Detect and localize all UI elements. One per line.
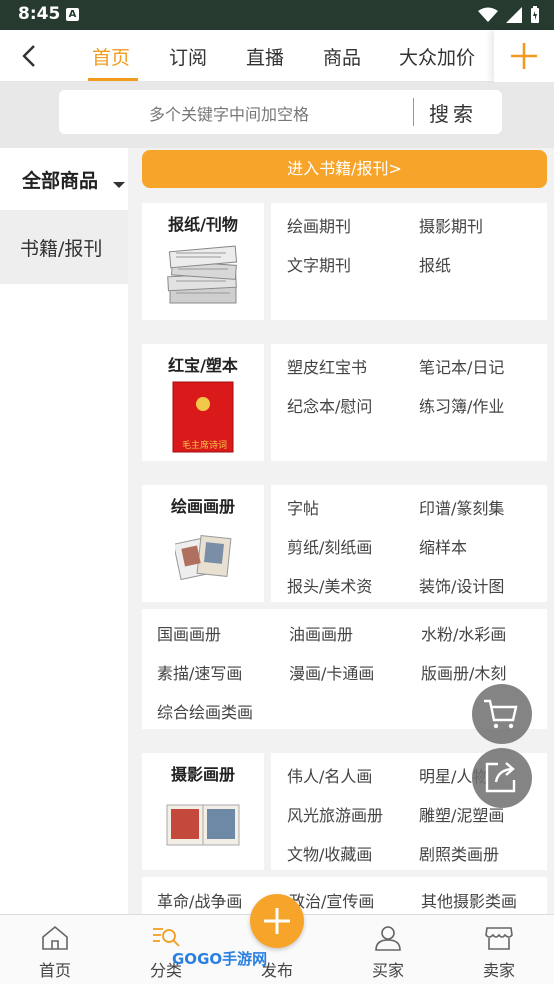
enter-category-button[interactable]: 进入书籍/报刊> [142, 150, 547, 188]
subcategory-link[interactable]: 报头/美术资 [287, 573, 372, 597]
subcategory-link[interactable]: 国画画册 [157, 621, 221, 645]
caret-down-icon [113, 182, 125, 188]
subcategory-link[interactable]: 装饰/设计图 [419, 573, 504, 597]
tab-live[interactable]: 直播 [246, 43, 284, 70]
search-area: 多个关键字中间加空格 搜索 [0, 82, 554, 148]
watermark-text: GOGO手游网 [172, 950, 268, 968]
category-card-painting[interactable]: 绘画画册 [142, 485, 264, 602]
home-icon [42, 925, 68, 950]
bottom-nav-home[interactable]: 首页 [15, 915, 95, 984]
plus-icon [511, 43, 537, 69]
status-time: 8:45 [18, 4, 61, 24]
add-tab-button[interactable] [494, 30, 554, 82]
subcategory-link[interactable]: 剧照类画册 [419, 841, 499, 865]
subcategory-link[interactable]: 练习簿/作业 [419, 393, 504, 417]
subcategory-link[interactable]: 笔记本/日记 [419, 354, 504, 378]
subcategory-panel: 绘画期刊 摄影期刊 文字期刊 报纸 [271, 203, 547, 320]
all-goods-label: 全部商品 [22, 170, 99, 192]
subcategory-link[interactable]: 绘画期刊 [287, 213, 351, 237]
status-bar: 8:45 A [0, 0, 554, 30]
subcategory-link[interactable]: 印谱/篆刻集 [419, 495, 504, 519]
back-arrow-icon[interactable] [18, 44, 42, 68]
cart-button[interactable] [472, 684, 532, 744]
painting-album-icon [175, 534, 232, 581]
bottom-nav-label: 首页 [38, 961, 71, 980]
category-title: 绘画画册 [170, 497, 235, 516]
subcategory-panel: 字帖 印谱/篆刻集 剪纸/刻纸画 缩样本 报头/美术资 装饰/设计图 [271, 485, 547, 602]
subcategory-panel-extended: 革命/战争画 政治/宣传画 其他摄影类画 [142, 877, 547, 914]
subcategory-link[interactable]: 文字期刊 [287, 252, 351, 276]
subcategory-link[interactable]: 伟人/名人画 [287, 763, 372, 787]
subcategory-link[interactable]: 水粉/水彩画 [421, 621, 506, 645]
category-card-newspaper[interactable]: 报纸/刊物 [142, 203, 264, 320]
battery-icon [531, 6, 539, 23]
cart-icon [484, 699, 518, 729]
tab-goods[interactable]: 商品 [323, 43, 361, 70]
category-title: 报纸/刊物 [168, 215, 238, 234]
bottom-nav-buyer[interactable]: 买家 [348, 915, 428, 984]
subcategory-link[interactable]: 油画画册 [289, 621, 353, 645]
tab-auction[interactable]: 大众加价 [399, 43, 475, 70]
bottom-nav-label: 买家 [371, 961, 404, 980]
subcategory-link[interactable]: 其他摄影类画 [421, 888, 517, 912]
wifi-icon [478, 7, 498, 22]
category-sidebar: 全部商品 书籍/报刊 [0, 148, 128, 914]
search-button[interactable]: 搜索 [429, 98, 477, 127]
publish-button[interactable] [250, 894, 304, 948]
shop-icon [485, 927, 513, 950]
sidebar-item-books[interactable]: 书籍/报刊 [0, 210, 128, 284]
search-box: 多个关键字中间加空格 搜索 [59, 90, 502, 134]
share-button[interactable] [472, 748, 532, 808]
share-icon [485, 762, 516, 793]
category-title: 红宝/塑本 [168, 356, 238, 375]
subcategory-link[interactable]: 塑皮红宝书 [287, 354, 367, 378]
photo-album-icon [166, 804, 240, 846]
search-divider [413, 98, 414, 126]
subcategory-link[interactable]: 摄影期刊 [419, 213, 483, 237]
subcategory-link[interactable]: 综合绘画类画 [157, 699, 253, 723]
subcategory-link[interactable]: 版画册/木刻 [421, 660, 506, 684]
subcategory-link[interactable]: 风光旅游画册 [287, 802, 383, 826]
system-icons [478, 6, 540, 24]
tab-home[interactable]: 首页 [92, 43, 130, 70]
notification-a-icon: A [66, 8, 79, 21]
sidebar-item-label: 书籍/报刊 [20, 238, 103, 260]
subcategory-link[interactable]: 文物/收藏画 [287, 841, 372, 865]
bottom-nav-label: 卖家 [482, 961, 515, 980]
subcategory-link[interactable]: 字帖 [287, 495, 319, 519]
category-card-photography[interactable]: 摄影画册 [142, 753, 264, 870]
top-nav: 首页 订阅 直播 商品 大众加价 [0, 30, 554, 82]
user-icon [375, 926, 401, 951]
signal-icon [506, 7, 522, 23]
category-title: 摄影画册 [170, 765, 235, 784]
subcategory-link[interactable]: 漫画/卡通画 [289, 660, 374, 684]
active-tab-indicator [88, 78, 138, 81]
subcategory-link[interactable]: 缩样本 [419, 534, 467, 558]
all-goods-dropdown[interactable]: 全部商品 [0, 148, 128, 210]
book-cover-text: 毛主席诗词 [182, 441, 228, 451]
subcategory-link[interactable]: 革命/战争画 [157, 888, 242, 912]
subcategory-link[interactable]: 政治/宣传画 [289, 888, 374, 912]
subcategory-link[interactable]: 素描/速写画 [157, 660, 242, 684]
category-card-redbook[interactable]: 红宝/塑本 毛主席诗词 [142, 344, 264, 461]
subcategory-link[interactable]: 报纸 [419, 252, 451, 276]
bottom-nav-seller[interactable]: 卖家 [459, 915, 539, 984]
plus-icon [264, 908, 290, 934]
search-input[interactable]: 多个关键字中间加空格 [149, 101, 309, 125]
subcategory-link[interactable]: 剪纸/刻纸画 [287, 534, 372, 558]
newspaper-stack-icon [167, 245, 238, 304]
subcategory-panel: 塑皮红宝书 笔记本/日记 纪念本/慰问 练习簿/作业 [271, 344, 547, 461]
tab-subscribe[interactable]: 订阅 [169, 43, 207, 70]
subcategory-link[interactable]: 纪念本/慰问 [287, 393, 372, 417]
